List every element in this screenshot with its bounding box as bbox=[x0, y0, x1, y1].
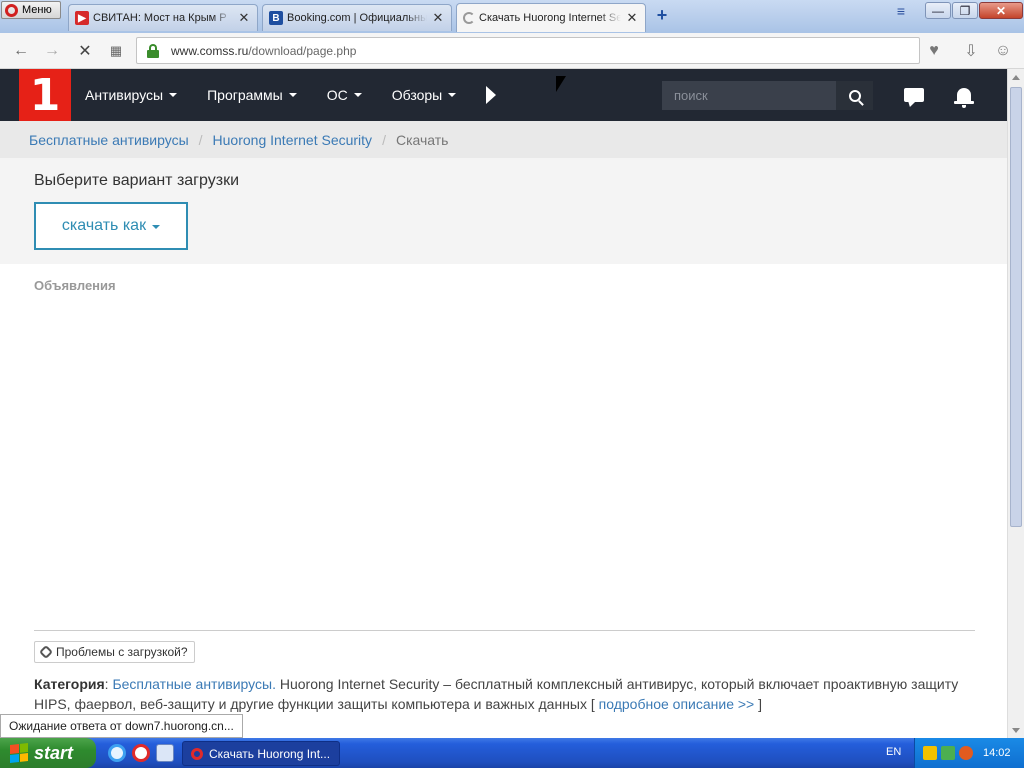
tab-huorong-download[interactable]: Скачать Huorong Internet Security ✕ bbox=[456, 3, 646, 32]
breadcrumb-current: Скачать bbox=[395, 131, 449, 148]
vertical-scrollbar[interactable] bbox=[1007, 69, 1024, 738]
main-nav: Антивирусы Программы ОС Обзоры bbox=[85, 69, 497, 121]
nav-reviews[interactable]: Обзоры bbox=[392, 87, 457, 103]
url-text: www.comss.ru/download/page.php bbox=[171, 43, 357, 58]
download-panel: Выберите вариант загрузки скачать как bbox=[0, 158, 1007, 264]
nav-os[interactable]: ОС bbox=[327, 87, 362, 103]
link-icon bbox=[38, 644, 54, 660]
divider bbox=[34, 630, 975, 631]
system-tray: 14:02 bbox=[914, 738, 1024, 768]
windows-flag-icon bbox=[10, 743, 28, 763]
breadcrumb-separator: / bbox=[382, 131, 386, 148]
tab-booking[interactable]: B Booking.com | Официальный ✕ bbox=[262, 4, 452, 31]
taskbar-opera-window[interactable]: Скачать Huorong Int... bbox=[182, 741, 340, 766]
category-description: Категория: Бесплатные антивирусы. Huoron… bbox=[34, 676, 959, 712]
nav-label: ОС bbox=[326, 87, 348, 103]
start-button[interactable]: start bbox=[0, 738, 96, 768]
browser-tab-bar: Меню ▶ СВИТАН: Мост на Крым Р ✕ B Bookin… bbox=[0, 0, 1024, 33]
scroll-down-arrow-icon[interactable] bbox=[1008, 722, 1024, 738]
close-window-icon[interactable]: ✕ bbox=[979, 2, 1023, 19]
caret-down-icon bbox=[152, 225, 161, 229]
new-tab-plus-icon[interactable]: + bbox=[653, 6, 671, 24]
search-input[interactable]: поиск bbox=[662, 81, 836, 110]
start-label: start bbox=[34, 742, 74, 763]
caret-down-icon bbox=[353, 93, 362, 97]
address-field[interactable]: www.comss.ru/download/page.php bbox=[136, 37, 920, 64]
tab-title: Booking.com | Официальный bbox=[287, 12, 427, 24]
address-toolbar: ← → ✕ ▦ www.comss.ru/download/page.php ♥… bbox=[0, 33, 1024, 69]
opera-logo-icon bbox=[191, 747, 203, 760]
scroll-thumb[interactable] bbox=[1010, 87, 1022, 527]
minimize-window-icon[interactable]: — bbox=[925, 2, 951, 19]
detailed-description-link[interactable]: подробное описание >> bbox=[599, 696, 755, 712]
category-label: Категория bbox=[34, 676, 105, 692]
clock: 14:02 bbox=[983, 747, 1011, 759]
youtube-favicon-icon: ▶ bbox=[75, 11, 89, 25]
breadcrumb-separator: / bbox=[198, 131, 203, 148]
breadcrumb-link-free-antivirus[interactable]: Бесплатные антивирусы bbox=[29, 132, 189, 148]
booking-favicon-icon: B bbox=[269, 11, 283, 25]
nav-label: Антивирусы bbox=[85, 87, 164, 103]
nav-more-arrow-icon[interactable] bbox=[486, 86, 497, 104]
heart-bookmark-icon[interactable]: ♥ bbox=[923, 41, 945, 61]
close-tab-icon[interactable]: ✕ bbox=[625, 10, 639, 26]
nav-label: Программы bbox=[207, 87, 283, 103]
breadcrumb-link-huorong[interactable]: Huorong Internet Security bbox=[213, 132, 373, 148]
tab-menu-icon[interactable]: ≡ bbox=[888, 2, 914, 20]
category-tail: ] bbox=[754, 696, 763, 712]
search-tray-icon[interactable] bbox=[959, 746, 973, 760]
mouse-cursor-icon bbox=[556, 76, 566, 92]
secure-lock-icon bbox=[147, 43, 159, 58]
loading-spinner-icon bbox=[463, 12, 475, 24]
nav-antivirus[interactable]: Антивирусы bbox=[85, 87, 178, 103]
opera-menu-button[interactable]: Меню bbox=[1, 1, 61, 19]
nav-label: Обзоры bbox=[391, 87, 443, 103]
close-tab-icon[interactable]: ✕ bbox=[431, 10, 445, 26]
tab-title: СВИТАН: Мост на Крым Р bbox=[93, 12, 227, 24]
tab-title: Скачать Huorong Internet Security bbox=[479, 12, 621, 24]
search-icon bbox=[848, 89, 861, 102]
opera-quicklaunch-icon[interactable] bbox=[132, 744, 150, 762]
notifications-bell-icon[interactable] bbox=[952, 83, 976, 108]
scroll-up-arrow-icon[interactable] bbox=[1008, 69, 1024, 85]
site-search: поиск bbox=[662, 81, 873, 110]
caret-down-icon bbox=[448, 93, 457, 97]
taskbar-window-label: Скачать Huorong Int... bbox=[209, 746, 331, 761]
download-icon[interactable]: ⇩ bbox=[960, 41, 982, 61]
forward-arrow-icon[interactable]: → bbox=[41, 41, 63, 61]
tab-svitan[interactable]: ▶ СВИТАН: Мост на Крым Р ✕ bbox=[68, 4, 258, 31]
site-logo[interactable]: 1 bbox=[19, 69, 71, 121]
caret-down-icon bbox=[169, 93, 178, 97]
comments-icon[interactable] bbox=[902, 83, 926, 107]
close-tab-icon[interactable]: ✕ bbox=[237, 10, 251, 26]
category-link[interactable]: Бесплатные антивирусы. bbox=[112, 676, 276, 692]
download-problems-label: Проблемы с загрузкой? bbox=[56, 645, 188, 659]
breadcrumb: Бесплатные антивирусы / Huorong Internet… bbox=[0, 121, 1007, 158]
account-icon[interactable]: ☺ bbox=[992, 41, 1014, 61]
caret-down-icon bbox=[288, 93, 297, 97]
download-button-label: скачать как bbox=[61, 217, 147, 234]
language-indicator[interactable]: EN bbox=[886, 746, 901, 758]
opera-logo-icon bbox=[5, 3, 18, 17]
site-header: 1 Антивирусы Программы ОС Обзоры поиск bbox=[0, 69, 1007, 121]
stop-loading-icon[interactable]: ✕ bbox=[74, 41, 96, 61]
search-button[interactable] bbox=[836, 81, 873, 110]
security-shield-icon[interactable] bbox=[923, 746, 937, 760]
windows-taskbar: start Скачать Huorong Int... EN 14:02 bbox=[0, 738, 1024, 768]
show-desktop-icon[interactable] bbox=[156, 744, 174, 762]
back-arrow-icon[interactable]: ← bbox=[10, 41, 32, 61]
network-icon[interactable] bbox=[941, 746, 955, 760]
download-title: Выберите вариант загрузки bbox=[34, 172, 240, 189]
ads-heading: Объявления bbox=[34, 278, 116, 293]
speed-dial-grid-icon[interactable]: ▦ bbox=[105, 41, 127, 61]
download-as-dropdown-button[interactable]: скачать как bbox=[34, 202, 188, 250]
internet-explorer-icon[interactable] bbox=[108, 744, 126, 762]
browser-status-bar: Ожидание ответа от down7.huorong.cn... bbox=[0, 714, 243, 738]
nav-programs[interactable]: Программы bbox=[207, 87, 297, 103]
download-problems-button[interactable]: Проблемы с загрузкой? bbox=[34, 641, 195, 663]
maximize-window-icon[interactable]: ❐ bbox=[952, 2, 978, 19]
opera-menu-label: Меню bbox=[22, 4, 52, 16]
